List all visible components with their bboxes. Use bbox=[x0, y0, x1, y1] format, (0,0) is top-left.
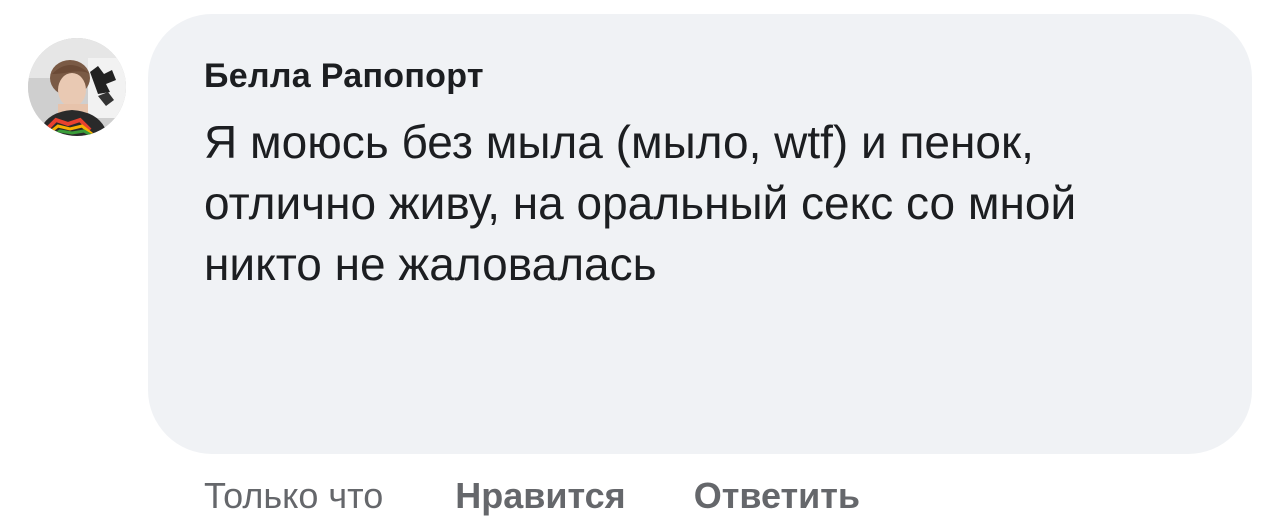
reply-button[interactable]: Ответить bbox=[694, 470, 860, 522]
avatar[interactable] bbox=[28, 38, 126, 136]
profile-photo-icon bbox=[28, 38, 126, 136]
comment-actions: Только что Нравится Ответить bbox=[204, 470, 928, 522]
comment: Белла Рапопорт Я моюсь без мыла (мыло, w… bbox=[0, 0, 1280, 532]
comment-bubble: Белла Рапопорт Я моюсь без мыла (мыло, w… bbox=[148, 14, 1252, 454]
comment-text: Я моюсь без мыла (мыло, wtf) и пенок, от… bbox=[204, 116, 1077, 290]
comment-author[interactable]: Белла Рапопорт bbox=[204, 54, 1212, 98]
comment-timestamp[interactable]: Только что bbox=[204, 470, 383, 522]
like-button[interactable]: Нравится bbox=[455, 470, 625, 522]
